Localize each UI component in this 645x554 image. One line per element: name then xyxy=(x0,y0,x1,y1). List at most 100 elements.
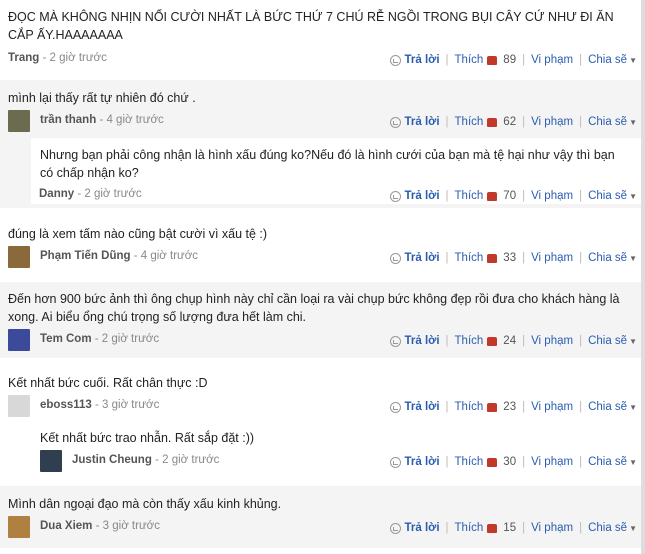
comment-actions: Trả lời | Thích 30 | Vi phạm | Chia sẽ ▼ xyxy=(389,456,637,468)
separator: | xyxy=(522,54,526,66)
timestamp: - 2 giờ trước xyxy=(155,454,220,466)
author-name[interactable]: Trang xyxy=(8,52,39,64)
report-button[interactable]: Vi phạm xyxy=(531,401,573,413)
comment-text: mình lại thấy rất tự nhiên đó chứ . xyxy=(8,91,196,105)
share-button[interactable]: Chia sẽ xyxy=(588,54,627,66)
thumbs-up-icon[interactable] xyxy=(487,336,498,346)
reply-icon xyxy=(389,401,401,413)
reply-icon xyxy=(389,252,401,264)
separator: | xyxy=(522,335,526,347)
comment-actions: Trả lời | Thích 70 | Vi phạm | Chia sẽ ▼ xyxy=(389,190,637,202)
chevron-down-icon[interactable]: ▼ xyxy=(629,458,637,467)
scrollbar[interactable] xyxy=(641,0,645,554)
report-button[interactable]: Vi phạm xyxy=(531,335,573,347)
comment-actions: Trả lời | Thích 62 | Vi phạm | Chia sẽ ▼ xyxy=(389,116,637,128)
like-count: 30 xyxy=(503,456,517,468)
report-button[interactable]: Vi phạm xyxy=(531,522,573,534)
comment-meta: trần thanh - 4 giờ trước xyxy=(40,114,164,126)
separator: | xyxy=(445,522,449,534)
avatar[interactable] xyxy=(8,246,30,268)
comment-meta: Trang - 2 giờ trước xyxy=(8,52,107,64)
reply-button[interactable]: Trả lời xyxy=(405,190,440,202)
share-button[interactable]: Chia sẽ xyxy=(588,401,627,413)
comment-text: Nhưng bạn phải công nhận là hình xấu đún… xyxy=(40,148,615,180)
chevron-down-icon[interactable]: ▼ xyxy=(629,524,637,533)
separator: | xyxy=(522,456,526,468)
like-button[interactable]: Thích xyxy=(455,190,484,202)
author-name[interactable]: Tem Com xyxy=(40,333,92,345)
chevron-down-icon[interactable]: ▼ xyxy=(629,337,637,346)
reply-button[interactable]: Trả lời xyxy=(405,54,440,66)
separator: | xyxy=(445,335,449,347)
like-count: 89 xyxy=(503,54,517,66)
share-button[interactable]: Chia sẽ xyxy=(588,252,627,264)
thumbs-up-icon[interactable] xyxy=(487,523,498,533)
reply-button[interactable]: Trả lời xyxy=(405,116,440,128)
author-name[interactable]: Justin Cheung xyxy=(72,454,152,466)
separator: | xyxy=(579,401,583,413)
thumbs-up-icon[interactable] xyxy=(487,402,498,412)
like-button[interactable]: Thích xyxy=(455,401,484,413)
like-count: 62 xyxy=(503,116,517,128)
share-button[interactable]: Chia sẽ xyxy=(588,456,627,468)
comment: đúng là xem tấm nào cũng bật cười vì xấu… xyxy=(0,216,641,272)
author-name[interactable]: Phạm Tiến Dũng xyxy=(40,250,131,262)
like-count: 33 xyxy=(503,252,517,264)
avatar[interactable] xyxy=(8,516,30,538)
like-button[interactable]: Thích xyxy=(455,54,484,66)
share-button[interactable]: Chia sẽ xyxy=(588,116,627,128)
chevron-down-icon[interactable]: ▼ xyxy=(629,192,637,201)
comment-meta: Danny - 2 giờ trước xyxy=(39,188,142,200)
separator: | xyxy=(579,252,583,264)
share-button[interactable]: Chia sẽ xyxy=(588,190,627,202)
comment-text: đúng là xem tấm nào cũng bật cười vì xấu… xyxy=(8,227,268,241)
reply-button[interactable]: Trả lời xyxy=(405,252,440,264)
separator: | xyxy=(579,54,583,66)
share-button[interactable]: Chia sẽ xyxy=(588,335,627,347)
avatar[interactable] xyxy=(8,395,30,417)
reply-button[interactable]: Trả lời xyxy=(405,401,440,413)
separator: | xyxy=(522,522,526,534)
comment: Mình dân ngoại đạo mà còn thấy xấu kinh … xyxy=(0,486,641,548)
like-count: 24 xyxy=(503,335,517,347)
like-count: 15 xyxy=(503,522,517,534)
thumbs-up-icon[interactable] xyxy=(487,457,498,467)
comment: Đến hơn 900 bức ảnh thì ông chụp hình nà… xyxy=(0,282,641,358)
like-button[interactable]: Thích xyxy=(455,456,484,468)
chevron-down-icon[interactable]: ▼ xyxy=(629,403,637,412)
reply-icon xyxy=(389,456,401,468)
report-button[interactable]: Vi phạm xyxy=(531,116,573,128)
avatar[interactable] xyxy=(8,329,30,351)
avatar[interactable] xyxy=(40,450,62,472)
like-button[interactable]: Thích xyxy=(455,522,484,534)
like-button[interactable]: Thích xyxy=(455,335,484,347)
thumbs-up-icon[interactable] xyxy=(487,117,498,127)
author-name[interactable]: Dua Xiem xyxy=(40,520,92,532)
chevron-down-icon[interactable]: ▼ xyxy=(629,118,637,127)
author-name[interactable]: eboss113 xyxy=(40,399,92,411)
report-button[interactable]: Vi phạm xyxy=(531,190,573,202)
share-button[interactable]: Chia sẽ xyxy=(588,522,627,534)
avatar[interactable] xyxy=(8,110,30,132)
like-count: 23 xyxy=(503,401,517,413)
thumbs-up-icon[interactable] xyxy=(487,253,498,263)
timestamp: - 3 giờ trước xyxy=(95,520,160,532)
reply-button[interactable]: Trả lời xyxy=(405,522,440,534)
reply-button[interactable]: Trả lời xyxy=(405,456,440,468)
reply-icon xyxy=(389,116,401,128)
report-button[interactable]: Vi phạm xyxy=(531,252,573,264)
chevron-down-icon[interactable]: ▼ xyxy=(629,254,637,263)
comment-actions: Trả lời | Thích 23 | Vi phạm | Chia sẽ ▼ xyxy=(389,401,637,413)
chevron-down-icon[interactable]: ▼ xyxy=(629,56,637,65)
comment-meta: Phạm Tiến Dũng - 4 giờ trước xyxy=(40,250,198,262)
author-name[interactable]: Danny xyxy=(39,188,74,200)
like-button[interactable]: Thích xyxy=(455,116,484,128)
like-button[interactable]: Thích xyxy=(455,252,484,264)
report-button[interactable]: Vi phạm xyxy=(531,54,573,66)
thumbs-up-icon[interactable] xyxy=(487,55,498,65)
reply-button[interactable]: Trả lời xyxy=(405,335,440,347)
thumbs-up-icon[interactable] xyxy=(487,191,498,201)
separator: | xyxy=(445,252,449,264)
author-name[interactable]: trần thanh xyxy=(40,114,96,126)
report-button[interactable]: Vi phạm xyxy=(531,456,573,468)
